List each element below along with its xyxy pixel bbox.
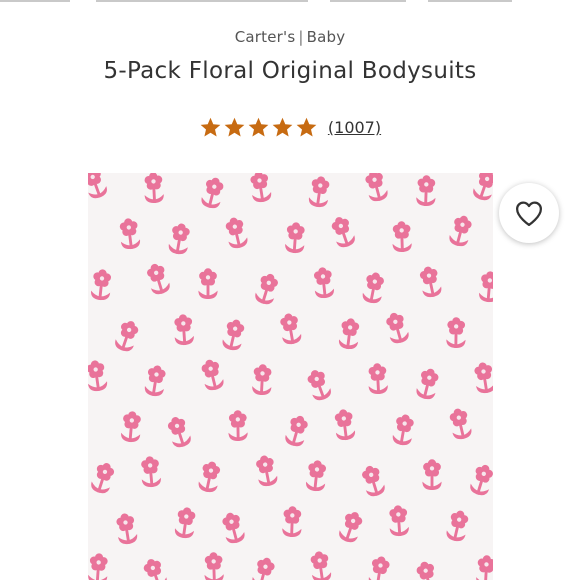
flower-motif (331, 217, 355, 248)
flower-motif (91, 462, 115, 494)
flower-motif (252, 364, 272, 396)
flower-motif (362, 272, 384, 304)
flower-motif (416, 368, 439, 400)
flower-motif (144, 365, 166, 397)
flower-motif (280, 313, 302, 345)
top-strip (0, 0, 580, 6)
flower-motif (121, 411, 141, 443)
flower-motif (392, 221, 412, 253)
star-icon (224, 117, 245, 137)
flower-motif (446, 510, 469, 542)
brand-separator: | (298, 28, 304, 46)
flower-motif (416, 561, 435, 580)
flower-motif (474, 362, 493, 394)
flower-motif (310, 551, 332, 580)
flower-motif (449, 215, 472, 247)
flower-motif (285, 222, 305, 254)
flower-motif (449, 408, 472, 440)
divider (330, 0, 406, 2)
flower-motif (222, 512, 245, 544)
flower-motif (389, 505, 409, 537)
favorite-button[interactable] (499, 183, 559, 243)
flower-motif (256, 455, 278, 487)
review-count-link[interactable]: (1007) (328, 118, 381, 137)
flower-motif (255, 273, 278, 305)
star-icon (296, 117, 317, 137)
flower-motif (250, 173, 272, 203)
flower-motif (198, 268, 218, 299)
flower-motif (339, 512, 363, 543)
star-icon (200, 117, 221, 137)
flower-motif (422, 459, 442, 490)
flower-motif (365, 173, 388, 202)
flower-motif (282, 506, 302, 538)
flower-motif (116, 513, 138, 545)
flower-motif (368, 363, 388, 395)
flower-motif (88, 173, 107, 199)
flower-motif (308, 176, 330, 208)
divider (96, 0, 308, 2)
divider (428, 0, 512, 2)
flower-motif (307, 370, 331, 401)
flower-motif (141, 456, 161, 488)
flower-motif (168, 223, 190, 255)
flower-motif (222, 319, 245, 351)
flower-motif (479, 271, 493, 303)
brand-name[interactable]: Carter's (235, 28, 296, 46)
heart-outline-icon (516, 201, 542, 226)
star-icon (248, 117, 269, 137)
product-rating: (1007) (0, 116, 580, 139)
flower-motif (386, 312, 409, 344)
star-rating (199, 116, 318, 139)
flower-motif (252, 557, 275, 580)
flower-motif (225, 217, 248, 249)
flower-motif (91, 269, 112, 301)
flower-motif (306, 460, 327, 492)
flower-motif (476, 555, 493, 580)
flower-motif (119, 218, 141, 250)
flower-motif (338, 318, 360, 350)
flower-motif (392, 414, 414, 446)
brand-category[interactable]: Baby (307, 28, 346, 46)
flower-motif (362, 465, 385, 497)
flower-motif (334, 409, 356, 441)
floral-pattern (88, 173, 493, 580)
flower-motif (285, 415, 308, 447)
flower-motif (201, 177, 224, 209)
flower-motif (143, 559, 167, 580)
flower-motif (446, 317, 466, 349)
flower-motif (144, 173, 164, 204)
flower-motif (419, 266, 442, 298)
flower-motif (470, 464, 493, 496)
flower-motif (198, 461, 221, 493)
flower-motif (147, 263, 170, 295)
flower-motif (174, 507, 196, 539)
flower-motif (368, 556, 390, 580)
brand-line: Carter's | Baby (0, 28, 580, 46)
flower-motif (88, 360, 108, 392)
flower-motif (313, 267, 334, 299)
product-title: 5-Pack Floral Original Bodysuits (103, 58, 477, 84)
flower-motif (473, 173, 493, 201)
flower-motif (88, 553, 108, 580)
flower-motif (167, 416, 191, 448)
flower-motif (115, 321, 139, 352)
flower-motif (228, 410, 248, 442)
divider (0, 0, 70, 2)
flower-motif (416, 175, 436, 207)
product-image[interactable] (88, 173, 493, 580)
flower-motif (174, 314, 194, 346)
flower-motif (201, 359, 224, 391)
flower-motif (204, 552, 224, 580)
star-icon (272, 117, 293, 137)
